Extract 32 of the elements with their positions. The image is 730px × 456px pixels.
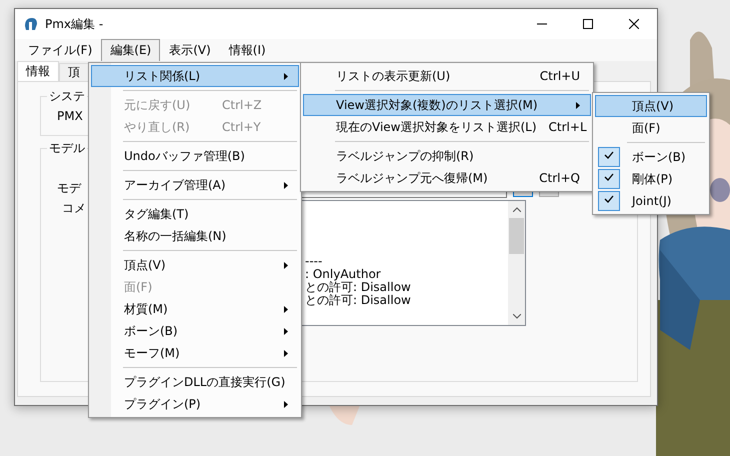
comment-line: との許可: Disallow bbox=[305, 281, 412, 294]
comment-line: ---- bbox=[305, 255, 324, 268]
menu-item[interactable]: 表示(V) bbox=[160, 39, 220, 61]
field-label: コメ bbox=[62, 200, 87, 217]
field-label: PMX bbox=[57, 109, 83, 123]
menu-item[interactable]: Undoバッファ管理(B) bbox=[91, 145, 299, 167]
menu-item[interactable]: 現在のView選択対象をリスト選択(L) Ctrl+L bbox=[303, 116, 591, 138]
menu-item[interactable]: 編集(E) bbox=[101, 39, 160, 61]
tab[interactable]: 情報 bbox=[17, 61, 59, 81]
group-title: モデル bbox=[47, 141, 87, 155]
menu-item[interactable]: プラグインDLLの直接実行(G) bbox=[91, 371, 299, 393]
window-title: Pmx編集 - bbox=[45, 16, 104, 32]
menu-item[interactable]: ボーン(B) bbox=[595, 146, 707, 168]
menu-item[interactable]: ファイル(F) bbox=[19, 39, 102, 61]
menu-item[interactable]: View選択対象(複数)のリスト選択(M) bbox=[303, 94, 591, 116]
comment-line: : OnlyAuthor bbox=[305, 268, 382, 281]
field-label: モデ bbox=[57, 180, 81, 196]
menu-item[interactable]: Joint(J) bbox=[595, 190, 707, 212]
menu-item[interactable]: ラベルジャンプ元へ復帰(M) Ctrl+Q bbox=[303, 167, 591, 189]
menu-item[interactable]: アーカイブ管理(A) bbox=[91, 174, 299, 196]
group-title: システ bbox=[47, 89, 87, 103]
menu-item[interactable]: リストの表示更新(U) Ctrl+U bbox=[303, 65, 591, 87]
tab[interactable]: 頂 bbox=[59, 63, 89, 81]
menu-item[interactable]: モーフ(M) bbox=[91, 342, 299, 364]
comment-line: との許可: Disallow bbox=[305, 294, 412, 307]
menu-item[interactable]: プラグイン(P) bbox=[91, 393, 299, 415]
menu-item[interactable]: 頂点(V) bbox=[595, 95, 707, 117]
menu-item[interactable]: 情報(I) bbox=[220, 39, 275, 61]
menu-item[interactable]: ラベルジャンプの抑制(R) bbox=[303, 145, 591, 167]
menu-item[interactable]: 面(F) bbox=[595, 117, 707, 139]
menu-item[interactable]: リスト関係(L) bbox=[91, 65, 299, 87]
menu-item[interactable]: 剛体(P) bbox=[595, 168, 707, 190]
